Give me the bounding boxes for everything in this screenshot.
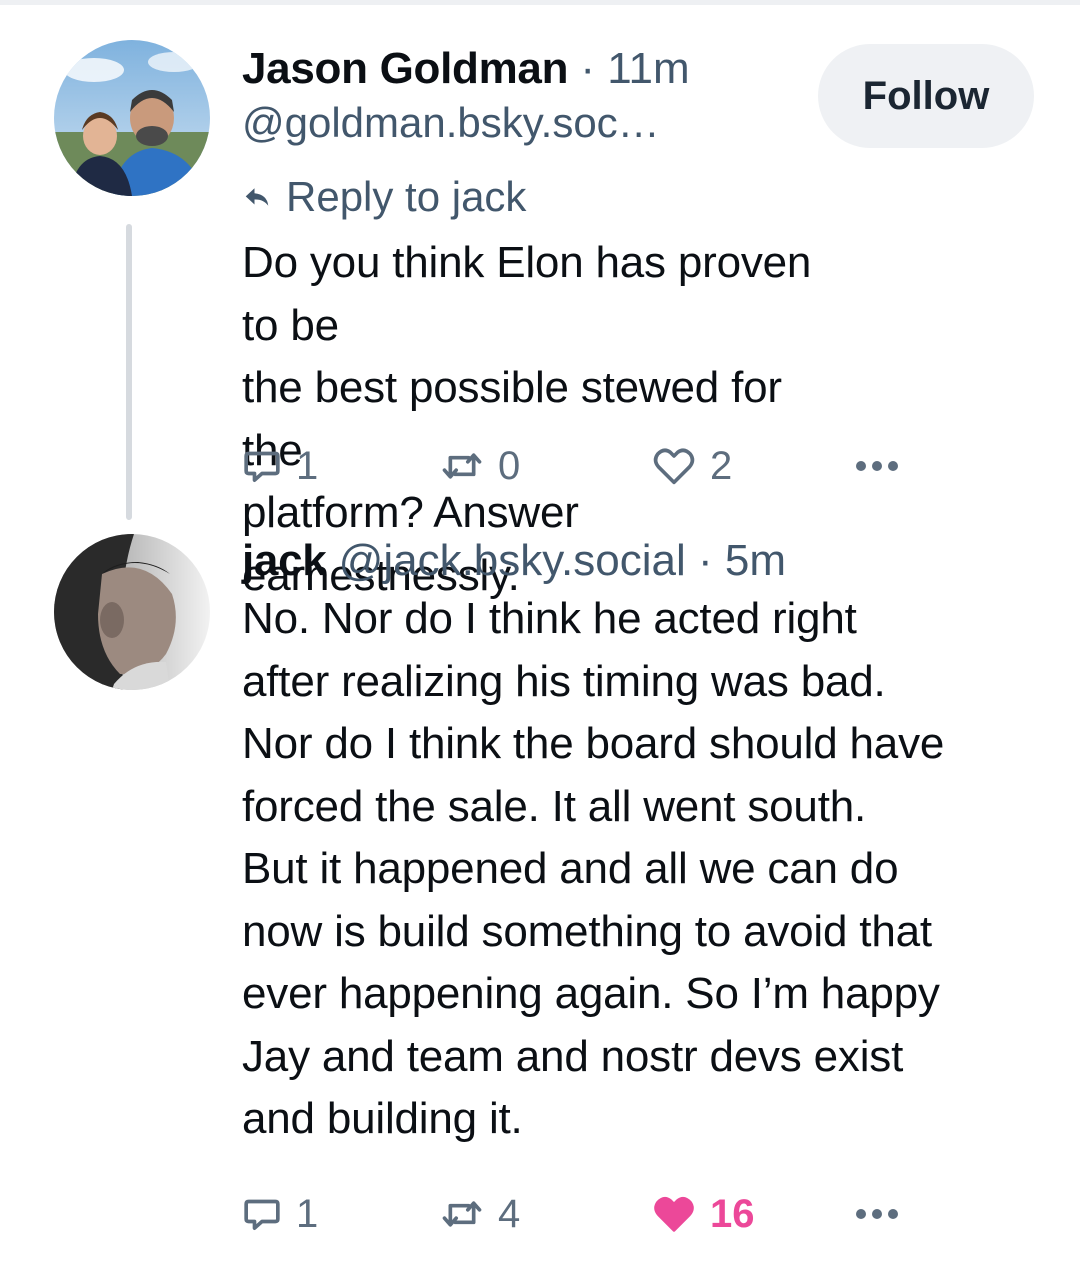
post-text: No. Nor do I think he acted right after … xyxy=(242,588,1042,1151)
post-actions: 1 0 2 xyxy=(242,436,942,496)
handle[interactable]: @jack.bsky.social xyxy=(339,536,686,585)
repost-button[interactable]: 4 xyxy=(440,1184,520,1244)
heart-icon xyxy=(653,448,695,485)
avatar[interactable] xyxy=(54,534,210,690)
reply-to[interactable]: Reply to jack xyxy=(242,170,812,224)
avatar-image xyxy=(54,40,210,196)
timestamp[interactable]: 11m xyxy=(607,44,689,93)
post-text-line: after realizing his timing was bad. xyxy=(242,656,886,706)
repost-button[interactable]: 0 xyxy=(440,436,520,496)
avatar[interactable] xyxy=(54,40,210,196)
post-jason-goldman: Jason Goldman · 11m @goldman.bsky.soc… R… xyxy=(0,0,1080,600)
heart-icon xyxy=(654,1196,694,1232)
post-text-line: But it happened and all we can do xyxy=(242,844,899,893)
post-text-line: and building it. xyxy=(242,1094,523,1143)
reply-button[interactable]: 1 xyxy=(242,1184,318,1244)
post-actions: 1 4 16 xyxy=(242,1184,942,1244)
post-text-line: Do you think Elon has proven to be xyxy=(242,238,812,350)
reply-arrow-icon xyxy=(245,188,269,206)
separator: · xyxy=(580,44,596,93)
more-options-button[interactable] xyxy=(854,436,900,496)
repost-count: 0 xyxy=(498,443,521,488)
post-jack: jack @jack.bsky.social · 5m No. Nor do I… xyxy=(0,520,1080,1263)
speech-bubble-icon xyxy=(244,1199,280,1230)
speech-bubble-icon xyxy=(244,451,280,482)
post-header: Jason Goldman · 11m xyxy=(242,42,812,96)
post-text-line: Jay and team and nostr devs exist xyxy=(242,1031,904,1081)
post-content: jack @jack.bsky.social · 5m No. Nor do I… xyxy=(242,534,1042,1151)
reply-button[interactable]: 1 xyxy=(242,436,318,496)
separator: · xyxy=(697,536,713,585)
repost-arrows-icon xyxy=(442,1201,482,1227)
ellipsis-icon xyxy=(856,461,898,471)
more-options-button[interactable] xyxy=(854,1184,900,1244)
like-button[interactable]: 2 xyxy=(652,436,732,496)
post-text-line: Nor do I think the board should have xyxy=(242,719,945,768)
post-text-line: now is build something to avoid that xyxy=(242,906,932,956)
timestamp[interactable]: 5m xyxy=(725,536,786,585)
ellipsis-icon xyxy=(856,1209,898,1219)
avatar-image xyxy=(54,534,210,690)
post-text-line: ever happening again. So I’m happy xyxy=(242,969,940,1018)
repost-arrows-icon xyxy=(442,453,482,479)
thread-line xyxy=(126,224,132,520)
like-button[interactable]: 16 xyxy=(652,1184,755,1244)
post-text-line: forced the sale. It all went south. xyxy=(242,781,867,831)
post-text-line: No. Nor do I think he acted right xyxy=(242,594,857,643)
like-count: 16 xyxy=(710,1191,755,1236)
display-name[interactable]: Jason Goldman xyxy=(242,44,568,93)
repost-count: 4 xyxy=(498,1191,521,1236)
follow-button[interactable]: Follow xyxy=(818,44,1034,148)
reply-count: 1 xyxy=(296,443,319,488)
display-name[interactable]: jack xyxy=(242,536,327,585)
post-header: jack @jack.bsky.social · 5m xyxy=(242,534,1042,588)
reply-count: 1 xyxy=(296,1191,319,1236)
like-count: 2 xyxy=(710,443,733,488)
handle[interactable]: @goldman.bsky.soc… xyxy=(242,96,812,150)
reply-to-label: Reply to jack xyxy=(286,173,527,220)
